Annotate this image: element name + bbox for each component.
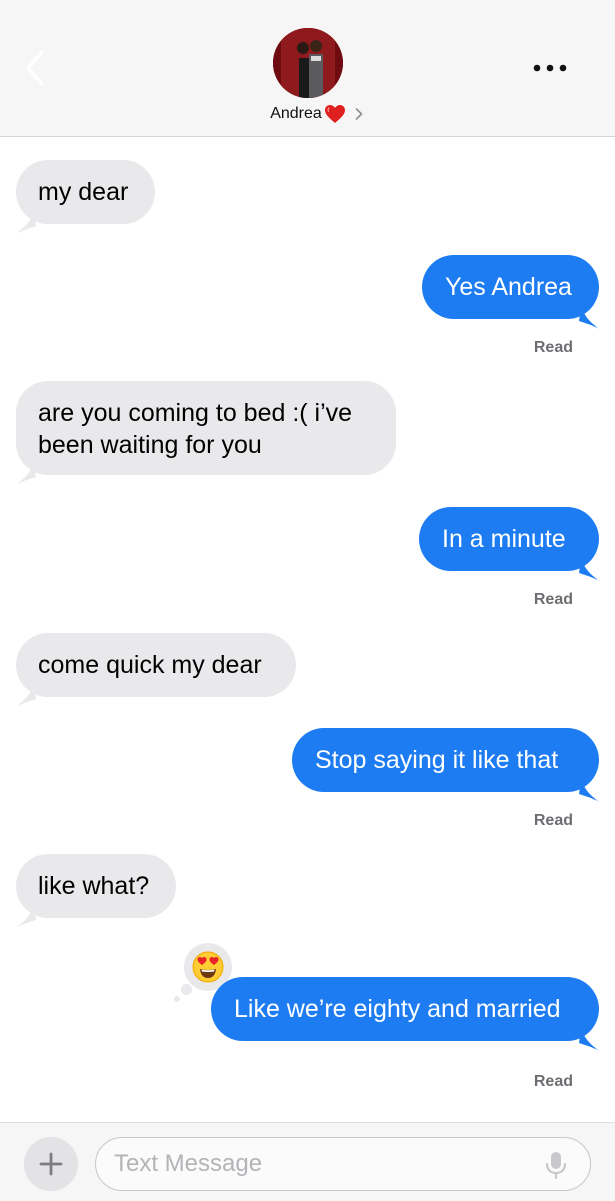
message-bubble-incoming[interactable]: my dear [14,160,155,234]
message-bubble-incoming[interactable]: come quick my dear [14,633,296,707]
back-button[interactable] [18,46,54,90]
dictation-button[interactable] [544,1150,568,1180]
more-options-button[interactable] [530,58,570,78]
message-bubble-outgoing[interactable]: Stop saying it like that [292,728,601,802]
message-text: like what? [38,872,150,900]
read-receipt: Read [533,812,573,829]
heart-eyes-emoji-icon [192,951,224,983]
bubble-tail [579,1029,601,1051]
conversation-header: Andrea [0,0,615,137]
read-receipt: Read [533,591,573,608]
message-text-line: are you coming to bed :( i’ve [38,399,353,427]
contact-name: Andrea [270,105,322,122]
message-composer [0,1122,615,1201]
message-text: Like we’re eighty and married [234,995,561,1023]
message-text: In a minute [442,525,566,553]
reaction-bubble-dot [181,984,192,995]
message-text: Stop saying it like that [315,746,559,774]
bubble-tail [579,307,601,329]
bubble-tail [14,685,36,707]
microphone-icon [545,1152,567,1180]
message-text: come quick my dear [38,651,262,679]
chevron-left-icon [26,50,44,86]
bubble-tail [14,906,36,928]
message-text: Yes Andrea [445,273,572,301]
heart-icon [324,104,346,124]
apps-plus-button[interactable] [24,1137,78,1191]
message-bubble-outgoing[interactable]: In a minute [419,507,601,581]
message-bubble-incoming[interactable]: are you coming to bed :( i’ve been waiti… [14,381,396,485]
chevron-right-icon [355,108,363,120]
bubble-tail [579,559,601,581]
bubble-tail [579,780,601,802]
message-bubble-outgoing[interactable]: Like we’re eighty and married [211,977,601,1051]
avatar-photo [273,28,343,98]
read-receipt: Read [533,339,573,356]
contact-avatar[interactable] [273,28,343,98]
read-receipt: Read [533,1073,573,1090]
reaction-bubble-dot [174,996,180,1002]
bubble-tail [14,463,36,485]
plus-icon [39,1152,63,1176]
contact-details-link[interactable]: Andrea [0,102,615,126]
ellipsis-icon [533,64,567,72]
bubble-tail [14,212,36,234]
message-text: my dear [38,178,129,206]
message-text-line: been waiting for you [38,431,262,459]
message-input[interactable] [95,1137,591,1191]
message-bubble-outgoing[interactable]: Yes Andrea [422,255,601,329]
message-bubble-incoming[interactable]: like what? [14,854,176,928]
